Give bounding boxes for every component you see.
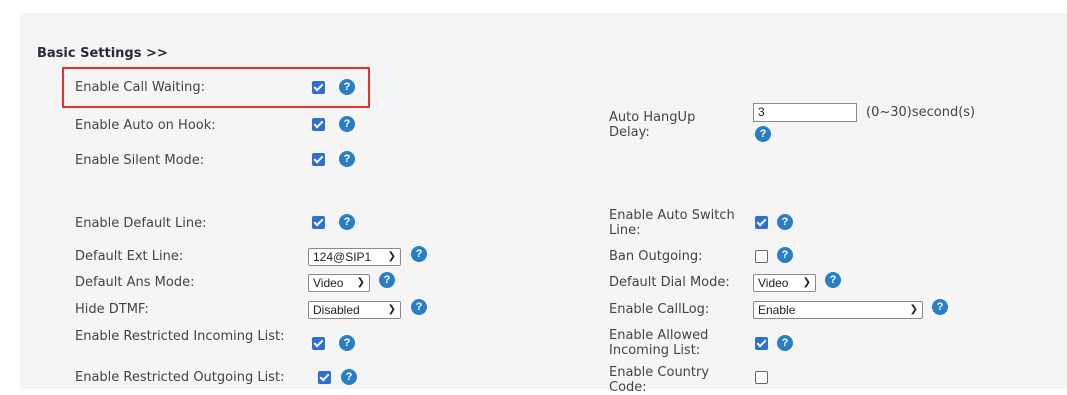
ban-outgoing-checkbox[interactable] — [755, 250, 768, 263]
chevron-down-icon: ❯ — [356, 277, 365, 288]
default-line-label: Enable Default Line: — [75, 216, 207, 231]
call-waiting-label: Enable Call Waiting: — [75, 80, 205, 95]
help-icon[interactable]: ? — [777, 247, 793, 263]
auto-hangup-delay-input[interactable]: 3 — [753, 103, 857, 122]
call-log-label: Enable CallLog: — [609, 302, 710, 317]
help-icon[interactable]: ? — [339, 79, 355, 95]
help-icon[interactable]: ? — [777, 214, 793, 230]
call-waiting-checkbox[interactable] — [312, 81, 325, 94]
chevron-down-icon: ❯ — [387, 304, 396, 315]
ban-outgoing-label: Ban Outgoing: — [609, 249, 703, 264]
restricted-outgoing-checkbox[interactable] — [318, 371, 331, 384]
default-ext-line-label: Default Ext Line: — [75, 249, 184, 264]
help-icon[interactable]: ? — [755, 126, 771, 142]
help-icon[interactable]: ? — [339, 116, 355, 132]
restricted-incoming-label: Enable Restricted Incoming List: — [75, 329, 285, 344]
restricted-outgoing-label: Enable Restricted Outgoing List: — [75, 370, 285, 385]
chevron-down-icon: ❯ — [387, 251, 396, 262]
country-code-checkbox[interactable] — [755, 371, 768, 384]
chevron-down-icon: ❯ — [802, 277, 811, 288]
help-icon[interactable]: ? — [339, 335, 355, 351]
help-icon[interactable]: ? — [777, 335, 793, 351]
help-icon[interactable]: ? — [411, 246, 427, 262]
default-dial-mode-select[interactable]: Video ❯ — [753, 274, 816, 292]
default-dial-mode-label: Default Dial Mode: — [609, 275, 730, 290]
help-icon[interactable]: ? — [379, 272, 395, 288]
default-ans-mode-label: Default Ans Mode: — [75, 275, 195, 290]
call-log-select[interactable]: Enable ❯ — [753, 301, 923, 319]
auto-on-hook-label: Enable Auto on Hook: — [75, 118, 216, 133]
auto-hangup-delay-unit: (0~30)second(s) — [866, 105, 976, 120]
silent-mode-checkbox[interactable] — [312, 153, 325, 166]
auto-switch-line-checkbox[interactable] — [755, 216, 768, 229]
auto-hangup-delay-label: Auto HangUp Delay: — [609, 110, 696, 140]
country-code-label: Enable Country Code: — [609, 365, 710, 395]
help-icon[interactable]: ? — [339, 214, 355, 230]
default-ext-line-select[interactable]: 124@SIP1 ❯ — [308, 248, 401, 266]
help-icon[interactable]: ? — [825, 272, 841, 288]
help-icon[interactable]: ? — [411, 299, 427, 315]
help-icon[interactable]: ? — [339, 151, 355, 167]
restricted-incoming-checkbox[interactable] — [312, 337, 325, 350]
chevron-down-icon: ❯ — [909, 304, 918, 315]
auto-on-hook-checkbox[interactable] — [312, 118, 325, 131]
default-ans-mode-select[interactable]: Video ❯ — [308, 274, 370, 292]
allowed-incoming-checkbox[interactable] — [755, 337, 768, 350]
help-icon[interactable]: ? — [932, 299, 948, 315]
section-title: Basic Settings >> — [37, 46, 168, 61]
default-line-checkbox[interactable] — [312, 216, 325, 229]
hide-dtmf-label: Hide DTMF: — [75, 302, 149, 317]
allowed-incoming-label: Enable Allowed Incoming List: — [609, 328, 709, 358]
help-icon[interactable]: ? — [341, 369, 357, 385]
hide-dtmf-select[interactable]: Disabled ❯ — [308, 301, 401, 319]
auto-switch-line-label: Enable Auto Switch Line: — [609, 208, 735, 238]
silent-mode-label: Enable Silent Mode: — [75, 153, 205, 168]
